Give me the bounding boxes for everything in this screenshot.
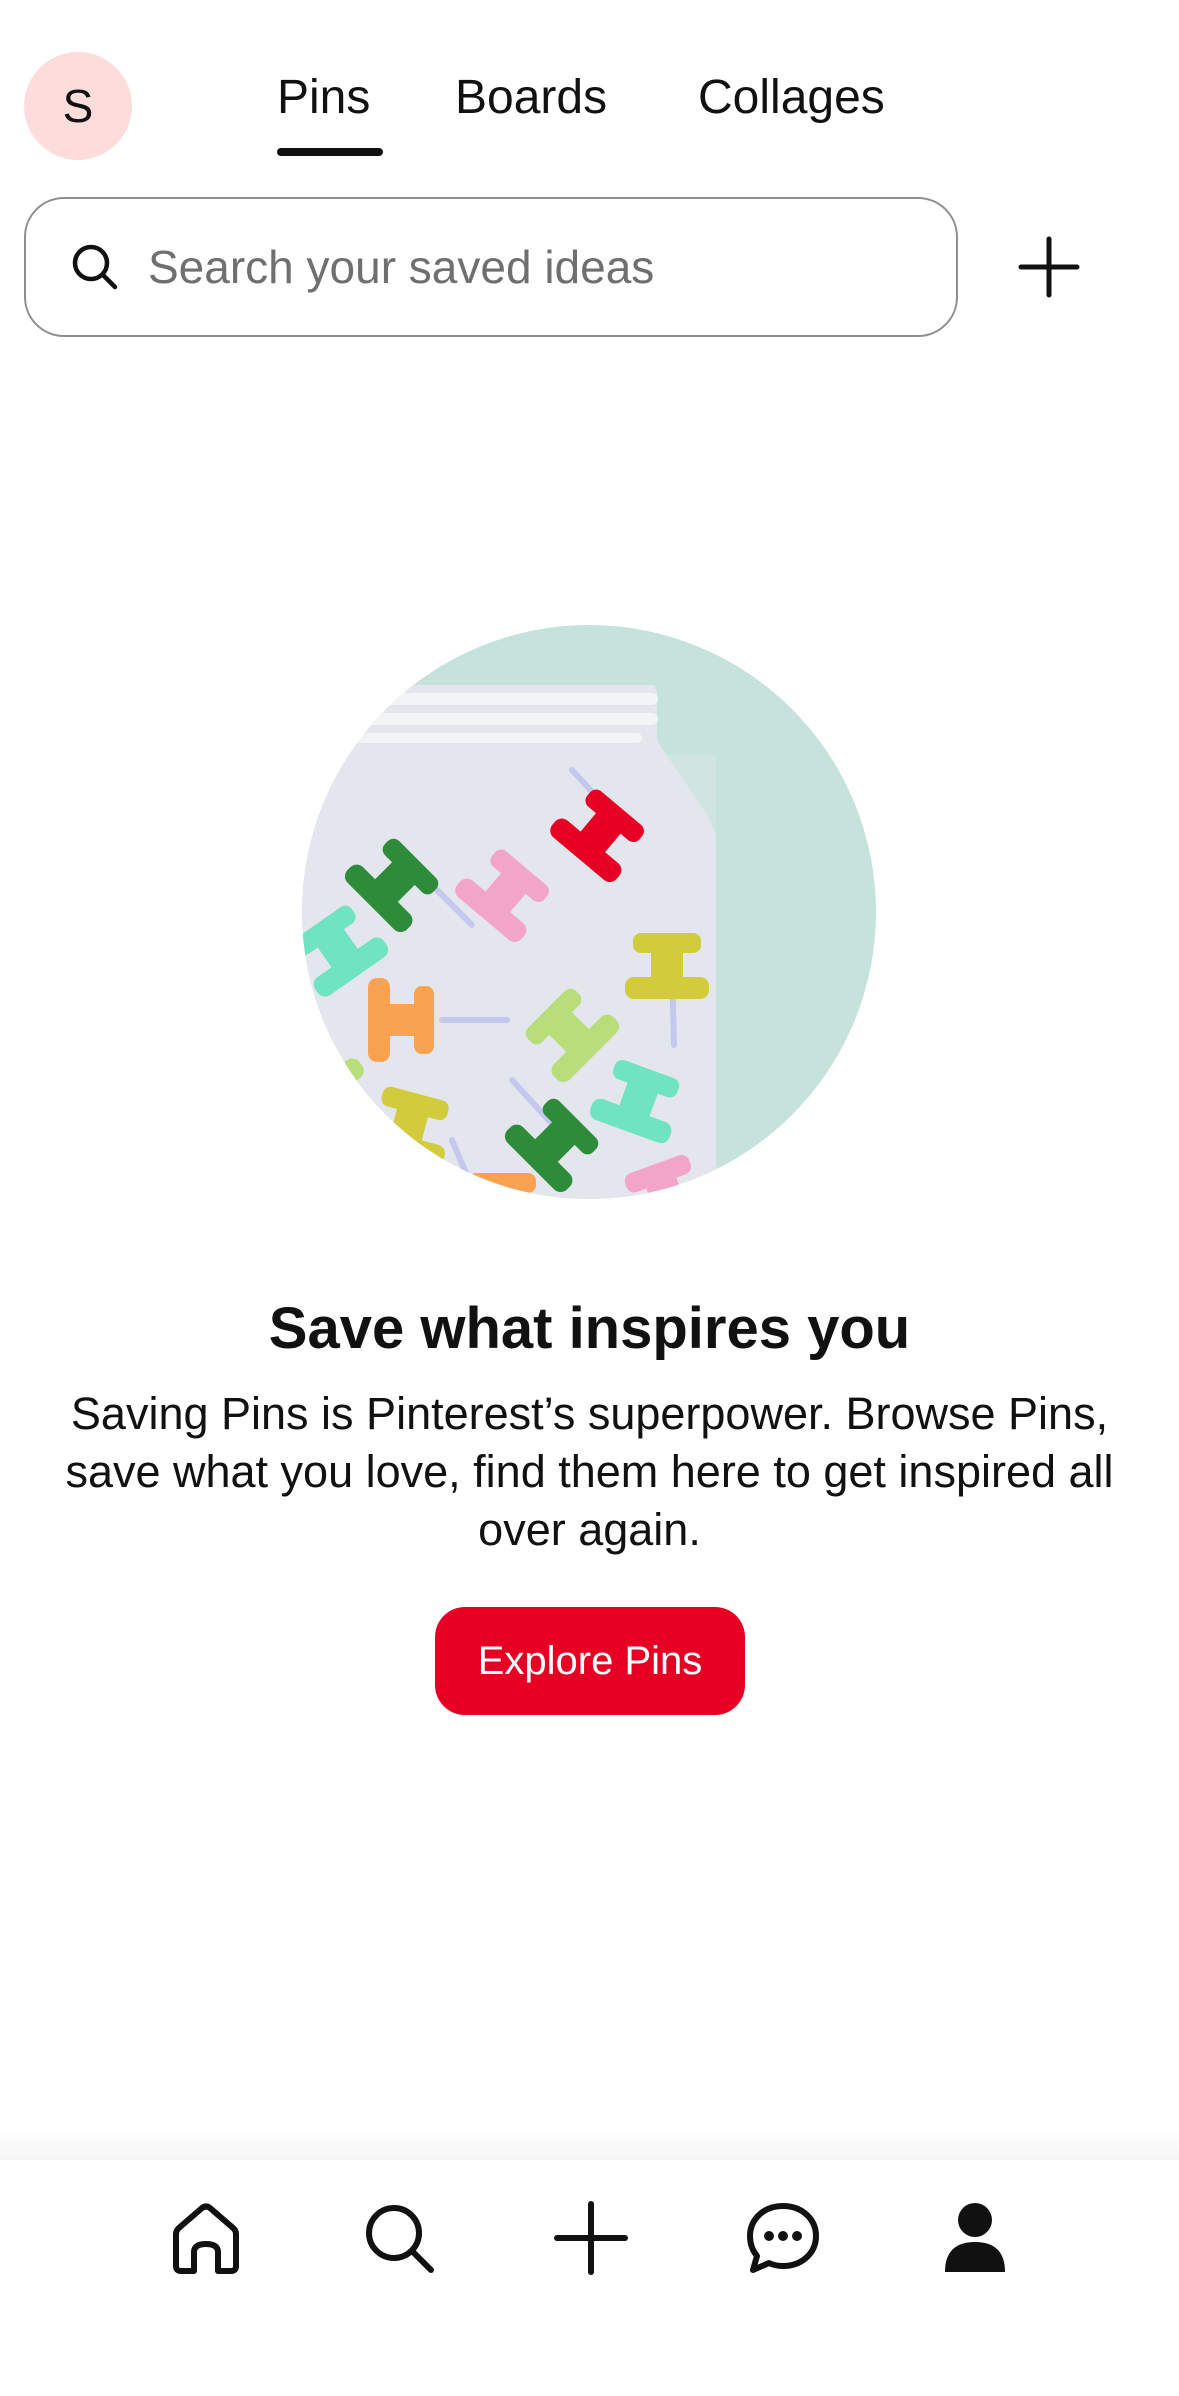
explore-pins-button[interactable]: Explore Pins	[435, 1607, 745, 1715]
active-tab-indicator	[277, 148, 383, 156]
nav-search[interactable]	[351, 2190, 447, 2286]
nav-messages[interactable]	[735, 2190, 831, 2286]
messages-icon	[747, 2203, 819, 2273]
plus-icon[interactable]	[1017, 235, 1081, 299]
jar-illustration	[302, 625, 876, 1199]
nav-home[interactable]	[158, 2190, 254, 2286]
create-icon	[554, 2201, 628, 2275]
bottom-nav	[0, 2160, 1179, 2396]
profile-icon	[945, 2203, 1005, 2272]
tab-collages[interactable]: Collages	[698, 70, 885, 125]
tab-pins[interactable]: Pins	[277, 70, 370, 125]
empty-state-description: Saving Pins is Pinterest’s superpower. B…	[65, 1388, 1114, 1555]
explore-pins-label: Explore Pins	[477, 1638, 703, 1683]
tab-boards[interactable]: Boards	[455, 70, 607, 125]
home-icon	[173, 2203, 239, 2274]
tab-bar: Pins Boards Collages	[0, 70, 1179, 170]
empty-state-title: Save what inspires you	[268, 1296, 911, 1361]
search-icon	[366, 2205, 434, 2273]
nav-profile[interactable]	[927, 2190, 1023, 2286]
search-icon	[72, 244, 118, 290]
nav-divider	[0, 2130, 1179, 2160]
nav-create[interactable]	[543, 2190, 639, 2286]
search-bar[interactable]	[24, 197, 958, 337]
search-input[interactable]	[146, 239, 956, 295]
